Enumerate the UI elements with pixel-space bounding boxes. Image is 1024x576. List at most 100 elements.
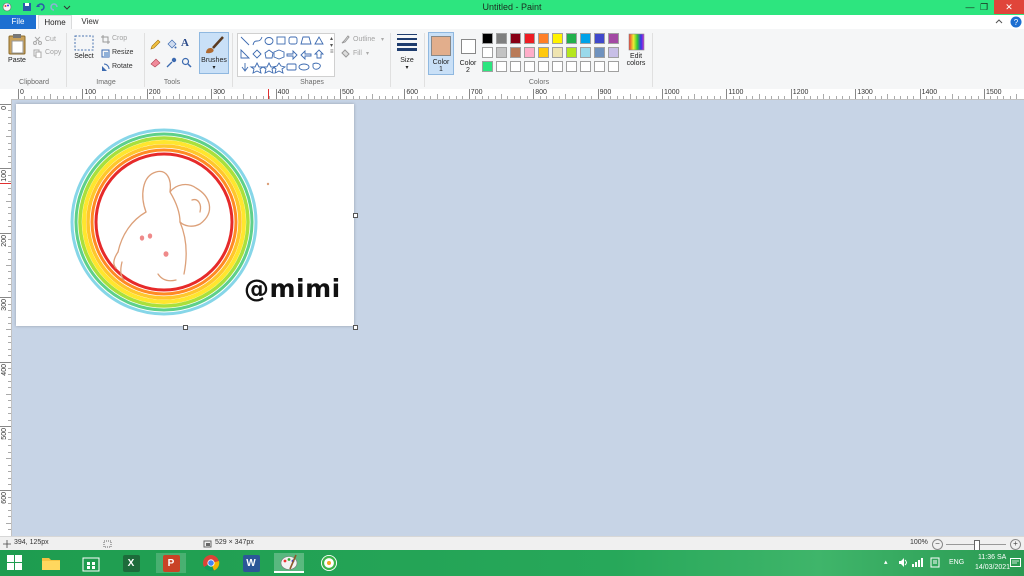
taskbar-file-explorer[interactable] bbox=[36, 553, 66, 573]
taskbar-excel[interactable]: X bbox=[116, 553, 146, 573]
palette-swatch[interactable] bbox=[524, 47, 535, 58]
network-icon[interactable] bbox=[912, 558, 924, 567]
brushes-button[interactable]: Brushes ▾ bbox=[199, 32, 229, 74]
color2-button[interactable]: Color 2 bbox=[456, 32, 480, 75]
taskbar-word[interactable]: W bbox=[236, 553, 266, 573]
palette-swatch[interactable] bbox=[594, 33, 605, 44]
ruler-minor-tick bbox=[230, 96, 232, 99]
maximize-button[interactable]: ❐ bbox=[972, 0, 996, 14]
start-button[interactable] bbox=[0, 553, 30, 573]
close-button[interactable]: ✕ bbox=[994, 0, 1024, 14]
palette-swatch[interactable] bbox=[566, 47, 577, 58]
palette-swatch[interactable] bbox=[510, 61, 521, 72]
ruler-minor-tick bbox=[8, 419, 11, 421]
edit-colors-button[interactable]: Edit colors bbox=[624, 33, 648, 77]
crop-button[interactable]: Crop bbox=[112, 35, 127, 42]
volume-icon[interactable] bbox=[898, 558, 908, 567]
palette-swatch[interactable] bbox=[496, 61, 507, 72]
palette-swatch[interactable] bbox=[580, 33, 591, 44]
color1-button[interactable]: Color 1 bbox=[428, 32, 454, 75]
palette-swatch[interactable] bbox=[608, 61, 619, 72]
fill-button[interactable]: Fill bbox=[353, 50, 362, 57]
palette-swatch[interactable] bbox=[538, 47, 549, 58]
color-picker-icon[interactable] bbox=[166, 57, 177, 68]
ruler-minor-tick bbox=[784, 96, 786, 99]
clock-date[interactable]: 14/03/2021 bbox=[975, 564, 1010, 571]
ruler-minor-tick bbox=[8, 400, 11, 402]
clock-time[interactable]: 11:36 SA bbox=[978, 554, 1006, 561]
palette-swatch[interactable] bbox=[608, 47, 619, 58]
palette-swatch[interactable] bbox=[524, 61, 535, 72]
palette-swatch[interactable] bbox=[510, 33, 521, 44]
ruler-minor-tick bbox=[88, 96, 90, 99]
palette-swatch[interactable] bbox=[538, 61, 549, 72]
taskbar: X P W ▴ ENG 11:36 SA 14/03/2021 bbox=[0, 550, 1024, 576]
chevron-up-icon[interactable]: ▴ bbox=[884, 558, 888, 566]
palette-swatch[interactable] bbox=[482, 47, 493, 58]
outline-button[interactable]: Outline bbox=[353, 36, 375, 43]
shapes-gallery[interactable] bbox=[237, 33, 335, 77]
palette-swatch[interactable] bbox=[608, 33, 619, 44]
palette-swatch[interactable] bbox=[580, 47, 591, 58]
scroll-arrows-icon[interactable]: ▴ ▾ ≡ bbox=[330, 35, 334, 55]
size-button[interactable]: Size ▾ bbox=[394, 33, 420, 75]
ruler-minor-tick bbox=[6, 136, 11, 138]
input-method-icon[interactable] bbox=[930, 557, 940, 568]
ruler-tick bbox=[919, 89, 921, 99]
powerpoint-icon: P bbox=[162, 554, 180, 572]
palette-swatch[interactable] bbox=[510, 47, 521, 58]
eraser-icon[interactable] bbox=[150, 57, 161, 68]
rotate-button[interactable]: Rotate bbox=[112, 63, 133, 70]
palette-swatch[interactable] bbox=[580, 61, 591, 72]
palette-swatch[interactable] bbox=[524, 33, 535, 44]
palette-swatch[interactable] bbox=[552, 47, 563, 58]
cut-button[interactable]: Cut bbox=[45, 36, 56, 43]
palette-swatch[interactable] bbox=[566, 61, 577, 72]
notification-icon[interactable] bbox=[1010, 558, 1021, 568]
tab-home[interactable]: Home bbox=[38, 15, 72, 30]
palette-swatch[interactable] bbox=[552, 33, 563, 44]
ruler-label: 1100 bbox=[728, 89, 744, 96]
ruler-minor-tick bbox=[417, 96, 419, 99]
palette-swatch[interactable] bbox=[496, 33, 507, 44]
tab-file[interactable]: File bbox=[0, 15, 36, 29]
language-indicator[interactable]: ENG bbox=[949, 559, 964, 566]
palette-swatch[interactable] bbox=[496, 47, 507, 58]
pencil-icon[interactable] bbox=[150, 39, 161, 50]
chevron-up-icon[interactable] bbox=[994, 17, 1004, 27]
select-button[interactable]: Select bbox=[72, 35, 96, 75]
magnifier-icon[interactable] bbox=[181, 57, 192, 68]
taskbar-app-green[interactable] bbox=[314, 553, 344, 573]
palette-swatch[interactable] bbox=[594, 61, 605, 72]
copy-button[interactable]: Copy bbox=[45, 49, 61, 56]
taskbar-paint[interactable] bbox=[274, 553, 304, 573]
palette-swatch[interactable] bbox=[538, 33, 549, 44]
tab-view[interactable]: View bbox=[74, 15, 106, 29]
palette-swatch[interactable] bbox=[482, 61, 493, 72]
palette-swatch[interactable] bbox=[594, 47, 605, 58]
ruler-label: 100 bbox=[84, 89, 97, 96]
shapes-icons bbox=[240, 36, 325, 74]
drawing-canvas[interactable]: @mimi bbox=[16, 104, 358, 330]
text-tool-icon[interactable]: A bbox=[181, 37, 189, 49]
ruler-minor-tick bbox=[8, 123, 11, 125]
fill-bucket-icon[interactable] bbox=[166, 39, 177, 50]
zoom-in-button[interactable]: + bbox=[1010, 539, 1021, 550]
ruler-minor-tick bbox=[906, 96, 908, 99]
resize-handle-corner[interactable] bbox=[353, 325, 358, 330]
paste-button[interactable]: Paste bbox=[4, 33, 30, 75]
taskbar-store[interactable] bbox=[76, 553, 106, 573]
crop-icon bbox=[101, 35, 110, 44]
palette-swatch[interactable] bbox=[566, 33, 577, 44]
chevron-down-icon: ▾ bbox=[366, 51, 370, 57]
resize-handle-bottom[interactable] bbox=[183, 325, 188, 330]
resize-handle-right[interactable] bbox=[353, 213, 358, 218]
zoom-out-button[interactable]: − bbox=[932, 539, 943, 550]
taskbar-powerpoint[interactable]: P bbox=[156, 553, 186, 573]
palette-swatch[interactable] bbox=[552, 61, 563, 72]
help-icon[interactable]: ? bbox=[1010, 16, 1022, 28]
palette-swatch[interactable] bbox=[482, 33, 493, 44]
resize-button[interactable]: Resize bbox=[112, 49, 133, 56]
ruler-minor-tick bbox=[352, 96, 354, 99]
taskbar-chrome[interactable] bbox=[196, 553, 226, 573]
